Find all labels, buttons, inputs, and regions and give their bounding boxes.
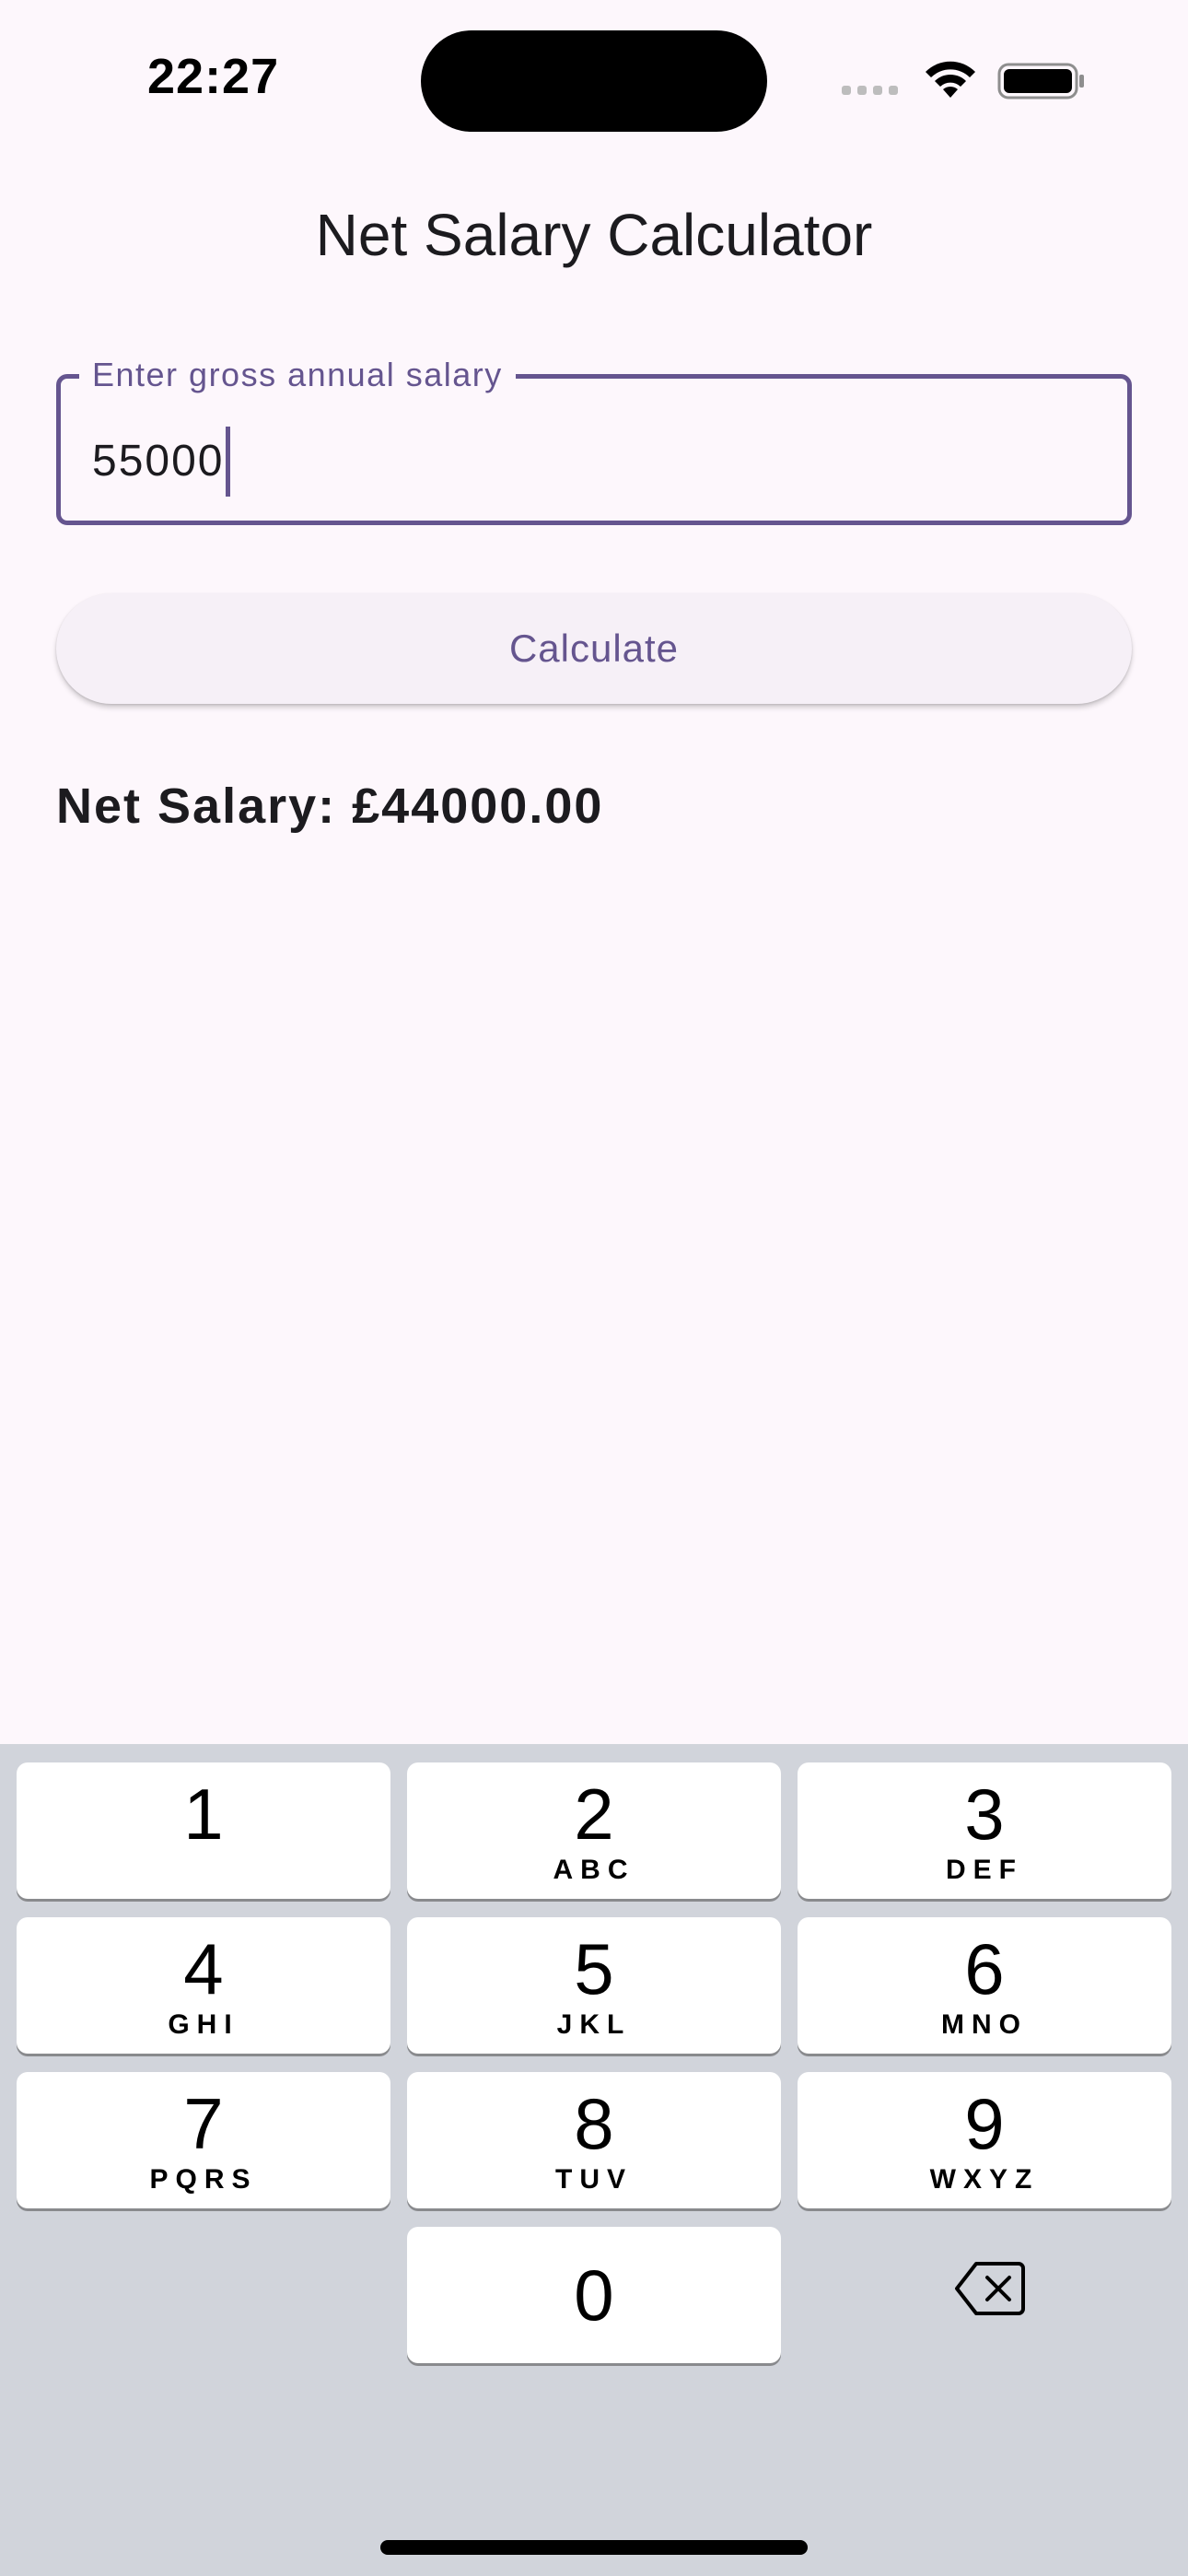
dynamic-island bbox=[421, 30, 767, 132]
key-digit: 6 bbox=[964, 1928, 1005, 2009]
key-letters: JKL bbox=[556, 2009, 632, 2040]
key-digit: 4 bbox=[183, 1928, 224, 2009]
key-0[interactable]: 0 bbox=[407, 2227, 781, 2363]
key-digit: 2 bbox=[574, 1774, 614, 1855]
cellular-signal-icon bbox=[842, 86, 898, 95]
net-salary-result: Net Salary: £44000.00 bbox=[56, 779, 604, 834]
key-letters: MNO bbox=[941, 2009, 1028, 2040]
key-8[interactable]: 8 TUV bbox=[407, 2072, 781, 2208]
key-letters: GHI bbox=[168, 2009, 239, 2040]
key-4[interactable]: 4 GHI bbox=[17, 1917, 390, 2054]
key-letters: TUV bbox=[555, 2164, 633, 2195]
key-letters: PQRS bbox=[149, 2164, 258, 2195]
key-letters: DEF bbox=[946, 1855, 1023, 1885]
key-6[interactable]: 6 MNO bbox=[798, 1917, 1171, 2054]
key-5[interactable]: 5 JKL bbox=[407, 1917, 781, 2054]
key-7[interactable]: 7 PQRS bbox=[17, 2072, 390, 2208]
key-letters: WXYZ bbox=[929, 2164, 1040, 2195]
key-1[interactable]: 1 bbox=[17, 1762, 390, 1899]
calculate-button[interactable]: Calculate bbox=[56, 593, 1132, 704]
battery-icon bbox=[997, 63, 1084, 100]
page-title: Net Salary Calculator bbox=[315, 202, 873, 268]
gross-salary-input[interactable]: Enter gross annual salary 55000 bbox=[56, 357, 1132, 525]
gross-salary-label: Enter gross annual salary bbox=[79, 357, 516, 393]
key-digit: 0 bbox=[574, 2254, 614, 2336]
key-2[interactable]: 2 ABC bbox=[407, 1762, 781, 1899]
text-caret bbox=[226, 427, 231, 497]
key-digit: 9 bbox=[964, 2083, 1005, 2164]
key-digit: 3 bbox=[964, 1774, 1005, 1855]
home-indicator[interactable] bbox=[380, 2540, 808, 2555]
status-time: 22:27 bbox=[147, 49, 280, 104]
delete-backspace-icon[interactable] bbox=[954, 2260, 1026, 2317]
key-letters: ABC bbox=[553, 1855, 635, 1885]
gross-salary-value[interactable]: 55000 bbox=[92, 436, 224, 487]
key-digit: 8 bbox=[574, 2083, 614, 2164]
key-digit: 5 bbox=[574, 1928, 614, 2009]
key-digit: 1 bbox=[183, 1774, 224, 1855]
gross-salary-value-wrap[interactable]: 55000 bbox=[92, 427, 231, 497]
key-digit: 7 bbox=[183, 2083, 224, 2164]
key-9[interactable]: 9 WXYZ bbox=[798, 2072, 1171, 2208]
wifi-icon bbox=[926, 61, 975, 98]
key-3[interactable]: 3 DEF bbox=[798, 1762, 1171, 1899]
